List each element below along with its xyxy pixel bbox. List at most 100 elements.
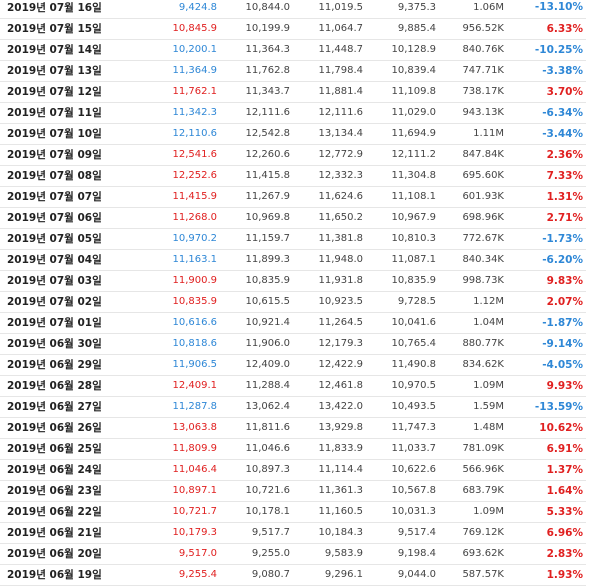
volume-cell: 1.09M xyxy=(473,506,504,517)
open-price-cell: 11,899.3 xyxy=(245,254,290,265)
open-price-cell: 9,517.7 xyxy=(251,527,290,538)
close-price-cell: 10,200.1 xyxy=(172,44,217,55)
open-price-cell: 11,288.4 xyxy=(245,380,290,391)
low-price-cell: 9,375.3 xyxy=(397,1,436,13)
change-percent-cell: 2.07% xyxy=(546,295,583,308)
volume-cell: 683.79K xyxy=(462,485,504,496)
date-cell: 2019년 07월 07일 xyxy=(7,191,102,203)
low-price-cell: 10,765.4 xyxy=(391,338,436,349)
low-price-cell: 10,810.3 xyxy=(391,233,436,244)
table-row: 2019년 07월 16일 9,424.8 10,844.0 11,019.5 9,37… xyxy=(0,0,586,18)
change-percent-cell: 1.64% xyxy=(546,484,583,497)
date-cell: 2019년 07월 03일 xyxy=(7,275,102,287)
date-cell: 2019년 06월 27일 xyxy=(7,401,102,413)
table-row: 2019년 07월 14일 10,200.1 11,364.3 11,448.7 10,… xyxy=(0,39,586,60)
close-price-cell: 11,415.9 xyxy=(172,191,217,202)
change-percent-cell: -3.44% xyxy=(542,127,583,140)
date-cell: 2019년 06월 28일 xyxy=(7,380,102,392)
date-cell: 2019년 06월 20일 xyxy=(7,548,102,560)
open-price-cell: 11,159.7 xyxy=(245,233,290,244)
table-row: 2019년 06월 20일 9,517.0 9,255.0 9,583.9 9,198.… xyxy=(0,543,586,564)
close-price-cell: 9,255.4 xyxy=(178,569,217,580)
open-price-cell: 13,062.4 xyxy=(245,401,290,412)
table-row: 2019년 06월 22일 10,721.7 10,178.1 11,160.5 10,… xyxy=(0,501,586,522)
close-price-cell: 11,287.8 xyxy=(172,401,217,412)
table-row: 2019년 07월 10일 12,110.6 12,542.8 13,134.4 11,… xyxy=(0,123,586,144)
low-price-cell: 9,728.5 xyxy=(397,296,436,307)
open-price-cell: 10,615.5 xyxy=(245,296,290,307)
change-percent-cell: 10.62% xyxy=(539,421,583,434)
close-price-cell: 10,616.6 xyxy=(172,317,217,328)
date-cell: 2019년 06월 24일 xyxy=(7,464,102,476)
high-price-cell: 11,019.5 xyxy=(318,1,363,13)
volume-cell: 587.57K xyxy=(462,569,504,580)
table-row: 2019년 07월 01일 10,616.6 10,921.4 11,264.5 10,… xyxy=(0,312,586,333)
open-price-cell: 9,255.0 xyxy=(251,548,290,559)
open-price-cell: 11,046.6 xyxy=(245,443,290,454)
close-price-cell: 11,809.9 xyxy=(172,443,217,454)
volume-cell: 772.67K xyxy=(462,233,504,244)
date-cell: 2019년 07월 13일 xyxy=(7,65,102,77)
change-percent-cell: -1.87% xyxy=(542,316,583,329)
date-cell: 2019년 07월 05일 xyxy=(7,233,102,245)
volume-cell: 956.52K xyxy=(462,23,504,34)
date-cell: 2019년 06월 22일 xyxy=(7,506,102,518)
close-price-cell: 10,721.7 xyxy=(172,506,217,517)
open-price-cell: 11,906.0 xyxy=(245,338,290,349)
date-cell: 2019년 07월 12일 xyxy=(7,86,102,98)
high-price-cell: 13,134.4 xyxy=(318,128,363,139)
open-price-cell: 10,199.9 xyxy=(245,23,290,34)
table-row: 2019년 06월 26일 13,063.8 11,811.6 13,929.8 11,… xyxy=(0,417,586,438)
high-price-cell: 11,931.8 xyxy=(318,275,363,286)
close-price-cell: 11,364.9 xyxy=(172,65,217,76)
change-percent-cell: 9.93% xyxy=(546,379,583,392)
high-price-cell: 11,833.9 xyxy=(318,443,363,454)
volume-cell: 747.71K xyxy=(462,65,504,76)
table-row: 2019년 07월 08일 12,252.6 11,415.8 12,332.3 11,… xyxy=(0,165,586,186)
price-history-table: 2019년 07월 16일 9,424.8 10,844.0 11,019.5 9,37… xyxy=(0,0,586,586)
open-price-cell: 11,415.8 xyxy=(245,170,290,181)
low-price-cell: 10,128.9 xyxy=(391,44,436,55)
table-row: 2019년 07월 11일 11,342.3 12,111.6 12,111.6 11,… xyxy=(0,102,586,123)
high-price-cell: 12,422.9 xyxy=(318,359,363,370)
open-price-cell: 11,343.7 xyxy=(245,86,290,97)
volume-cell: 847.84K xyxy=(462,149,504,160)
close-price-cell: 11,906.5 xyxy=(172,359,217,370)
table-row: 2019년 06월 23일 10,897.1 10,721.6 11,361.3 10,… xyxy=(0,480,586,501)
low-price-cell: 10,622.6 xyxy=(391,464,436,475)
volume-cell: 781.09K xyxy=(462,443,504,454)
volume-cell: 1.48M xyxy=(473,422,504,433)
close-price-cell: 12,541.6 xyxy=(172,149,217,160)
change-percent-cell: 7.33% xyxy=(546,169,583,182)
change-percent-cell: 5.33% xyxy=(546,505,583,518)
low-price-cell: 9,044.0 xyxy=(397,569,436,580)
high-price-cell: 9,583.9 xyxy=(324,548,363,559)
date-cell: 2019년 07월 08일 xyxy=(7,170,102,182)
low-price-cell: 10,041.6 xyxy=(391,317,436,328)
low-price-cell: 11,694.9 xyxy=(391,128,436,139)
change-percent-cell: -3.38% xyxy=(542,64,583,77)
volume-cell: 998.73K xyxy=(462,275,504,286)
table-row: 2019년 06월 24일 11,046.4 10,897.3 11,114.4 10,… xyxy=(0,459,586,480)
volume-cell: 738.17K xyxy=(462,86,504,97)
table-row: 2019년 07월 07일 11,415.9 11,267.9 11,624.6 11,… xyxy=(0,186,586,207)
high-price-cell: 10,923.5 xyxy=(318,296,363,307)
close-price-cell: 11,762.1 xyxy=(172,86,217,97)
date-cell: 2019년 07월 11일 xyxy=(7,107,102,119)
low-price-cell: 11,033.7 xyxy=(391,443,436,454)
open-price-cell: 12,409.0 xyxy=(245,359,290,370)
change-percent-cell: -13.10% xyxy=(534,1,583,14)
change-percent-cell: 1.37% xyxy=(546,463,583,476)
open-price-cell: 10,897.3 xyxy=(245,464,290,475)
table-row: 2019년 06월 21일 10,179.3 9,517.7 10,184.3 9,51… xyxy=(0,522,586,543)
low-price-cell: 11,490.8 xyxy=(391,359,436,370)
open-price-cell: 10,921.4 xyxy=(245,317,290,328)
close-price-cell: 10,818.6 xyxy=(172,338,217,349)
close-price-cell: 12,252.6 xyxy=(172,170,217,181)
volume-cell: 693.62K xyxy=(462,548,504,559)
volume-cell: 1.11M xyxy=(473,128,504,139)
high-price-cell: 12,332.3 xyxy=(318,170,363,181)
high-price-cell: 11,448.7 xyxy=(318,44,363,55)
low-price-cell: 10,970.5 xyxy=(391,380,436,391)
close-price-cell: 10,179.3 xyxy=(172,527,217,538)
